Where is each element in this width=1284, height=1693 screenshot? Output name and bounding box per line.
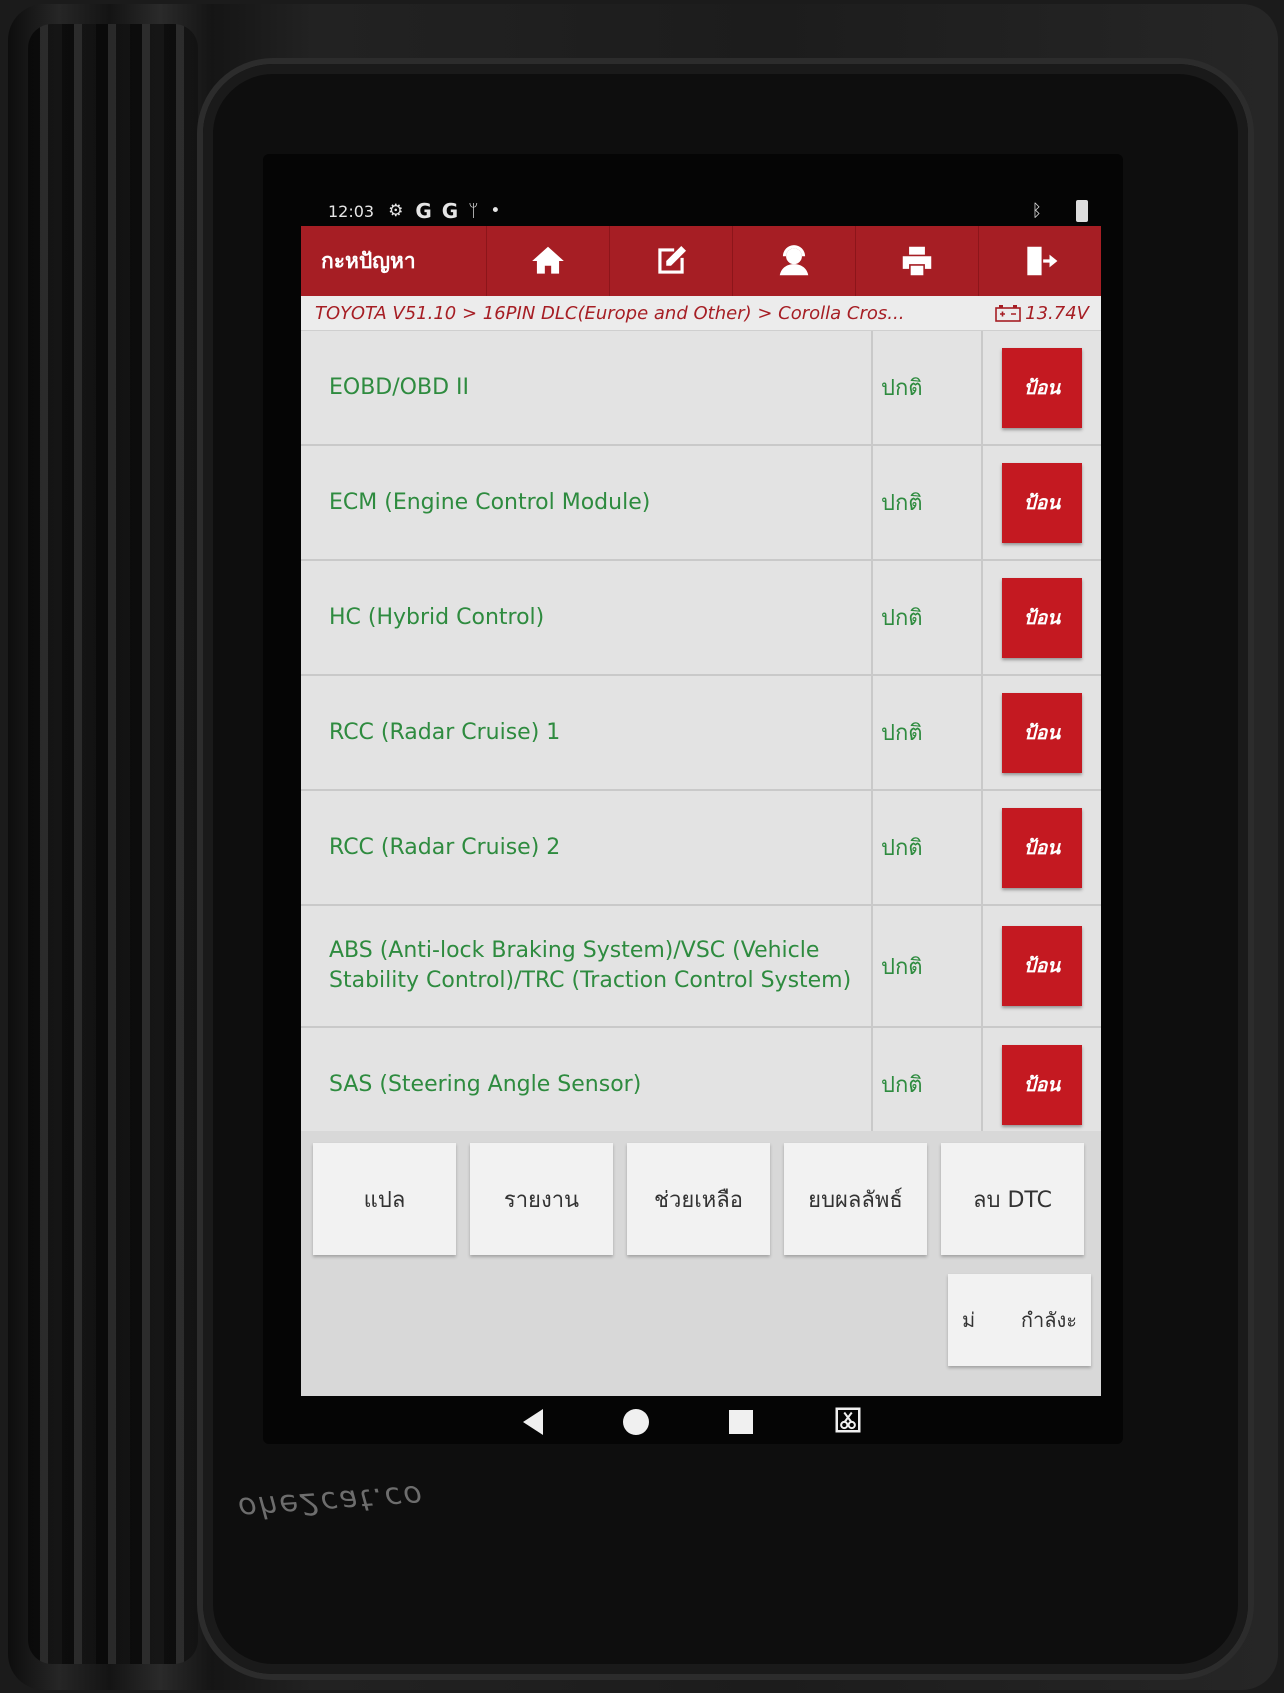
diagnostic-tablet: ohe2cat.co 12:03 ⚙ G G ᛘ • ᛒ กะหปัญหา TO… <box>8 4 1278 1690</box>
voltage-value: 13.74V <box>1025 302 1089 324</box>
android-status-bar: 12:03 ⚙ G G ᛘ • ᛒ <box>328 194 1088 228</box>
edit-icon <box>658 245 687 274</box>
mini-button-left: ม่ <box>962 1308 976 1332</box>
diagnostic-app: กะหปัญหา TOYOTA V51.10 > 16PIN DLC(Europ… <box>301 226 1101 1396</box>
system-name: ABS (Anti-lock Braking System)/VSC (Vehi… <box>301 906 873 1026</box>
google-icon: G <box>415 199 432 223</box>
system-name: RCC (Radar Cruise) 1 <box>301 676 873 789</box>
exit-button[interactable] <box>978 226 1101 296</box>
clear-dtc-button[interactable]: ลบ DTC <box>941 1143 1084 1255</box>
google-icon: G <box>441 199 459 223</box>
android-nav-bar <box>263 1399 1123 1444</box>
system-status: ปกติ <box>873 561 983 674</box>
screenshot-icon[interactable] <box>833 1405 863 1439</box>
mini-button-right: กำลังะ <box>1020 1308 1077 1332</box>
system-status: ปกติ <box>873 331 983 444</box>
settings-icon: ⚙ <box>388 201 404 221</box>
device-grip-ridges <box>28 24 198 1664</box>
system-row: RCC (Radar Cruise) 1 ปกติ ป้อน <box>301 676 1101 791</box>
system-status: ปกติ <box>873 1028 983 1131</box>
enter-button[interactable]: ป้อน <box>1002 1044 1082 1125</box>
print-icon <box>902 246 932 276</box>
system-row: SAS (Steering Angle Sensor) ปกติ ป้อน <box>301 1028 1101 1131</box>
system-row: HC (Hybrid Control) ปกติ ป้อน <box>301 561 1101 676</box>
results-button[interactable]: ยบผลลัพธ์ <box>784 1143 927 1255</box>
system-list: EOBD/OBD II ปกติ ป้อน ECM (Engine Contro… <box>301 331 1101 1131</box>
home-icon <box>532 246 564 274</box>
system-status: ปกติ <box>873 791 983 904</box>
toolbar-title: กะหปัญหา <box>321 248 416 273</box>
system-status: ปกติ <box>873 906 983 1026</box>
system-name: EOBD/OBD II <box>301 331 873 444</box>
enter-button[interactable]: ป้อน <box>1002 692 1082 773</box>
home-circle-icon[interactable] <box>623 1408 649 1435</box>
breadcrumb-path: TOYOTA V51.10 > 16PIN DLC(Europe and Oth… <box>315 302 905 324</box>
status-time: 12:03 <box>328 201 375 221</box>
battery-icon <box>1076 200 1088 222</box>
translate-button[interactable]: แปล <box>313 1143 456 1255</box>
system-status: ปกติ <box>873 446 983 559</box>
system-status: ปกติ <box>873 676 983 789</box>
tablet-screen: 12:03 ⚙ G G ᛘ • ᛒ กะหปัญหา TOYOTA V51.10… <box>263 154 1123 1444</box>
system-row: EOBD/OBD II ปกติ ป้อน <box>301 331 1101 446</box>
bluetooth-icon: ᛒ <box>1031 201 1042 221</box>
enter-button[interactable]: ป้อน <box>1002 926 1082 1006</box>
system-row: ECM (Engine Control Module) ปกติ ป้อน <box>301 446 1101 561</box>
support-icon <box>779 245 809 276</box>
print-button[interactable] <box>855 226 978 296</box>
breadcrumb: TOYOTA V51.10 > 16PIN DLC(Europe and Oth… <box>301 296 1101 331</box>
system-name: ECM (Engine Control Module) <box>301 446 873 559</box>
dot-icon: • <box>490 201 501 221</box>
footer-actions: แปล รายงาน ช่วยเหลือ ยบผลลัพธ์ ลบ DTC ม่… <box>301 1131 1101 1396</box>
home-button[interactable] <box>486 226 609 296</box>
system-row: RCC (Radar Cruise) 2 ปกติ ป้อน <box>301 791 1101 906</box>
footer-button-row: แปล รายงาน ช่วยเหลือ ยบผลลัพธ์ ลบ DTC <box>301 1131 1101 1255</box>
back-icon[interactable] <box>523 1408 543 1435</box>
exit-icon <box>1027 246 1058 276</box>
recents-icon[interactable] <box>729 1409 753 1434</box>
enter-button[interactable]: ป้อน <box>1002 347 1082 428</box>
system-row: ABS (Anti-lock Braking System)/VSC (Vehi… <box>301 906 1101 1028</box>
usb-icon: ᛘ <box>468 201 479 221</box>
app-toolbar: กะหปัญหา <box>301 226 1101 296</box>
support-button[interactable] <box>732 226 855 296</box>
system-name: RCC (Radar Cruise) 2 <box>301 791 873 904</box>
report-button[interactable]: รายงาน <box>470 1143 613 1255</box>
system-name: HC (Hybrid Control) <box>301 561 873 674</box>
system-name: SAS (Steering Angle Sensor) <box>301 1028 873 1131</box>
car-battery-icon <box>995 305 1021 322</box>
in-progress-button[interactable]: ม่ กำลังะ <box>948 1274 1091 1366</box>
help-button[interactable]: ช่วยเหลือ <box>627 1143 770 1255</box>
enter-button[interactable]: ป้อน <box>1002 807 1082 888</box>
enter-button[interactable]: ป้อน <box>1002 462 1082 543</box>
battery-voltage: 13.74V <box>995 303 1089 324</box>
enter-button[interactable]: ป้อน <box>1002 577 1082 658</box>
edit-button[interactable] <box>609 226 732 296</box>
